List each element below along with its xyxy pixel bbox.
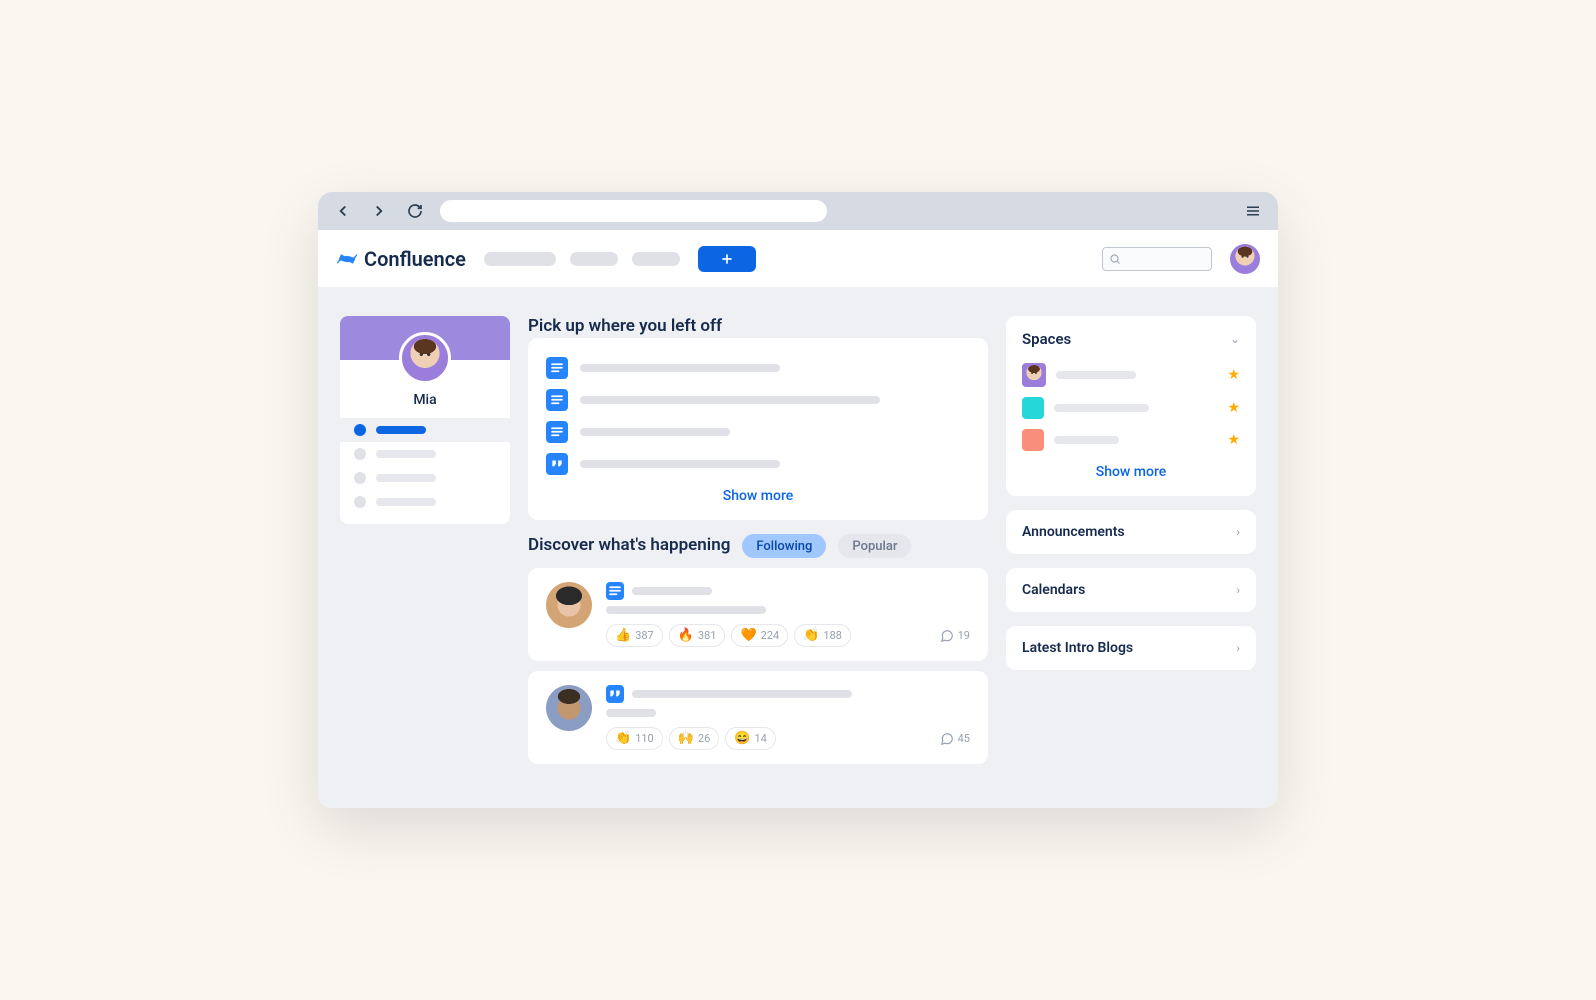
create-button[interactable]: [698, 246, 756, 272]
page-icon: [546, 357, 568, 379]
pickup-show-more[interactable]: Show more: [546, 480, 970, 506]
page-icon: [546, 389, 568, 411]
confluence-icon: [336, 248, 358, 270]
header-nav: [484, 252, 680, 266]
browser-window: Confluence Mia Pick up where you le: [318, 192, 1278, 808]
profile-card: Mia: [340, 316, 510, 524]
space-icon: [1022, 397, 1044, 419]
discover-section: Discover what's happening Following Popu…: [528, 534, 988, 764]
feed-avatar[interactable]: [546, 582, 592, 628]
profile-avatar[interactable]: [399, 332, 451, 384]
forward-button[interactable]: [368, 200, 390, 222]
space-item[interactable]: ★: [1022, 358, 1240, 392]
main-content: Mia Pick up where you left off Show more: [318, 288, 1278, 808]
back-button[interactable]: [332, 200, 354, 222]
nav-item[interactable]: [484, 252, 556, 266]
nav-item[interactable]: [570, 252, 618, 266]
reaction[interactable]: 👏110: [606, 727, 663, 750]
reload-button[interactable]: [404, 200, 426, 222]
reaction[interactable]: 🙌26: [669, 727, 720, 750]
app-name: Confluence: [364, 247, 466, 271]
chevron-right-icon: ›: [1236, 583, 1240, 597]
doc-row[interactable]: [546, 352, 970, 384]
doc-row[interactable]: [546, 384, 970, 416]
reaction[interactable]: 🧡224: [731, 624, 788, 647]
browser-chrome: [318, 192, 1278, 230]
space-item[interactable]: ★: [1022, 424, 1240, 456]
reaction[interactable]: 👏188: [794, 624, 851, 647]
quote-icon: [546, 453, 568, 475]
reactions: 👏110 🙌26 😄14 45: [606, 727, 970, 750]
latest-blogs-link[interactable]: Latest Intro Blogs ›: [1006, 626, 1256, 670]
reactions: 👍387 🔥381 🧡224 👏188 19: [606, 624, 970, 647]
star-icon[interactable]: ★: [1227, 367, 1240, 383]
comment-icon: [940, 732, 954, 746]
feed-item: 👏110 🙌26 😄14 45: [528, 671, 988, 764]
spaces-title: Spaces: [1022, 330, 1071, 348]
space-icon: [1022, 429, 1044, 451]
filter-following[interactable]: Following: [742, 534, 826, 558]
profile-nav: [340, 418, 510, 524]
profile-nav-item[interactable]: [340, 490, 510, 514]
feed-avatar[interactable]: [546, 685, 592, 731]
comment-icon: [940, 629, 954, 643]
url-bar[interactable]: [440, 200, 827, 222]
comment-count[interactable]: 45: [940, 732, 970, 746]
profile-nav-item[interactable]: [340, 442, 510, 466]
reaction[interactable]: 👍387: [606, 624, 663, 647]
search-input[interactable]: [1102, 247, 1212, 271]
nav-item[interactable]: [632, 252, 680, 266]
doc-row[interactable]: [546, 416, 970, 448]
doc-row[interactable]: [546, 448, 970, 480]
comment-count[interactable]: 19: [940, 629, 970, 643]
right-column: Spaces ⌄ ★ ★ ★ Show more Announcements ›…: [1006, 316, 1256, 808]
star-icon[interactable]: ★: [1227, 432, 1240, 448]
quote-icon: [606, 685, 624, 703]
star-icon[interactable]: ★: [1227, 400, 1240, 416]
pickup-card: Show more: [528, 338, 988, 520]
announcements-link[interactable]: Announcements ›: [1006, 510, 1256, 554]
page-icon: [606, 582, 624, 600]
search-icon: [1109, 253, 1121, 265]
reaction[interactable]: 🔥381: [669, 624, 726, 647]
space-icon: [1022, 363, 1046, 387]
user-avatar[interactable]: [1230, 244, 1260, 274]
chevron-right-icon: ›: [1236, 641, 1240, 655]
app-header: Confluence: [318, 230, 1278, 288]
profile-nav-item[interactable]: [340, 418, 510, 442]
discover-title: Discover what's happening: [528, 535, 730, 555]
profile-name: Mia: [340, 384, 510, 418]
spaces-card: Spaces ⌄ ★ ★ ★ Show more: [1006, 316, 1256, 496]
reaction[interactable]: 😄14: [725, 727, 776, 750]
pickup-section: Pick up where you left off Show more: [528, 316, 988, 520]
space-item[interactable]: ★: [1022, 392, 1240, 424]
page-icon: [546, 421, 568, 443]
main-column: Pick up where you left off Show more Dis…: [528, 316, 988, 808]
chevron-down-icon[interactable]: ⌄: [1230, 332, 1240, 346]
profile-nav-item[interactable]: [340, 466, 510, 490]
browser-menu-button[interactable]: [1242, 200, 1264, 222]
spaces-show-more[interactable]: Show more: [1022, 456, 1240, 482]
feed-item: 👍387 🔥381 🧡224 👏188 19: [528, 568, 988, 661]
filter-popular[interactable]: Popular: [838, 534, 911, 558]
chevron-right-icon: ›: [1236, 525, 1240, 539]
calendars-link[interactable]: Calendars ›: [1006, 568, 1256, 612]
pickup-title: Pick up where you left off: [528, 316, 988, 336]
confluence-logo[interactable]: Confluence: [336, 247, 466, 271]
